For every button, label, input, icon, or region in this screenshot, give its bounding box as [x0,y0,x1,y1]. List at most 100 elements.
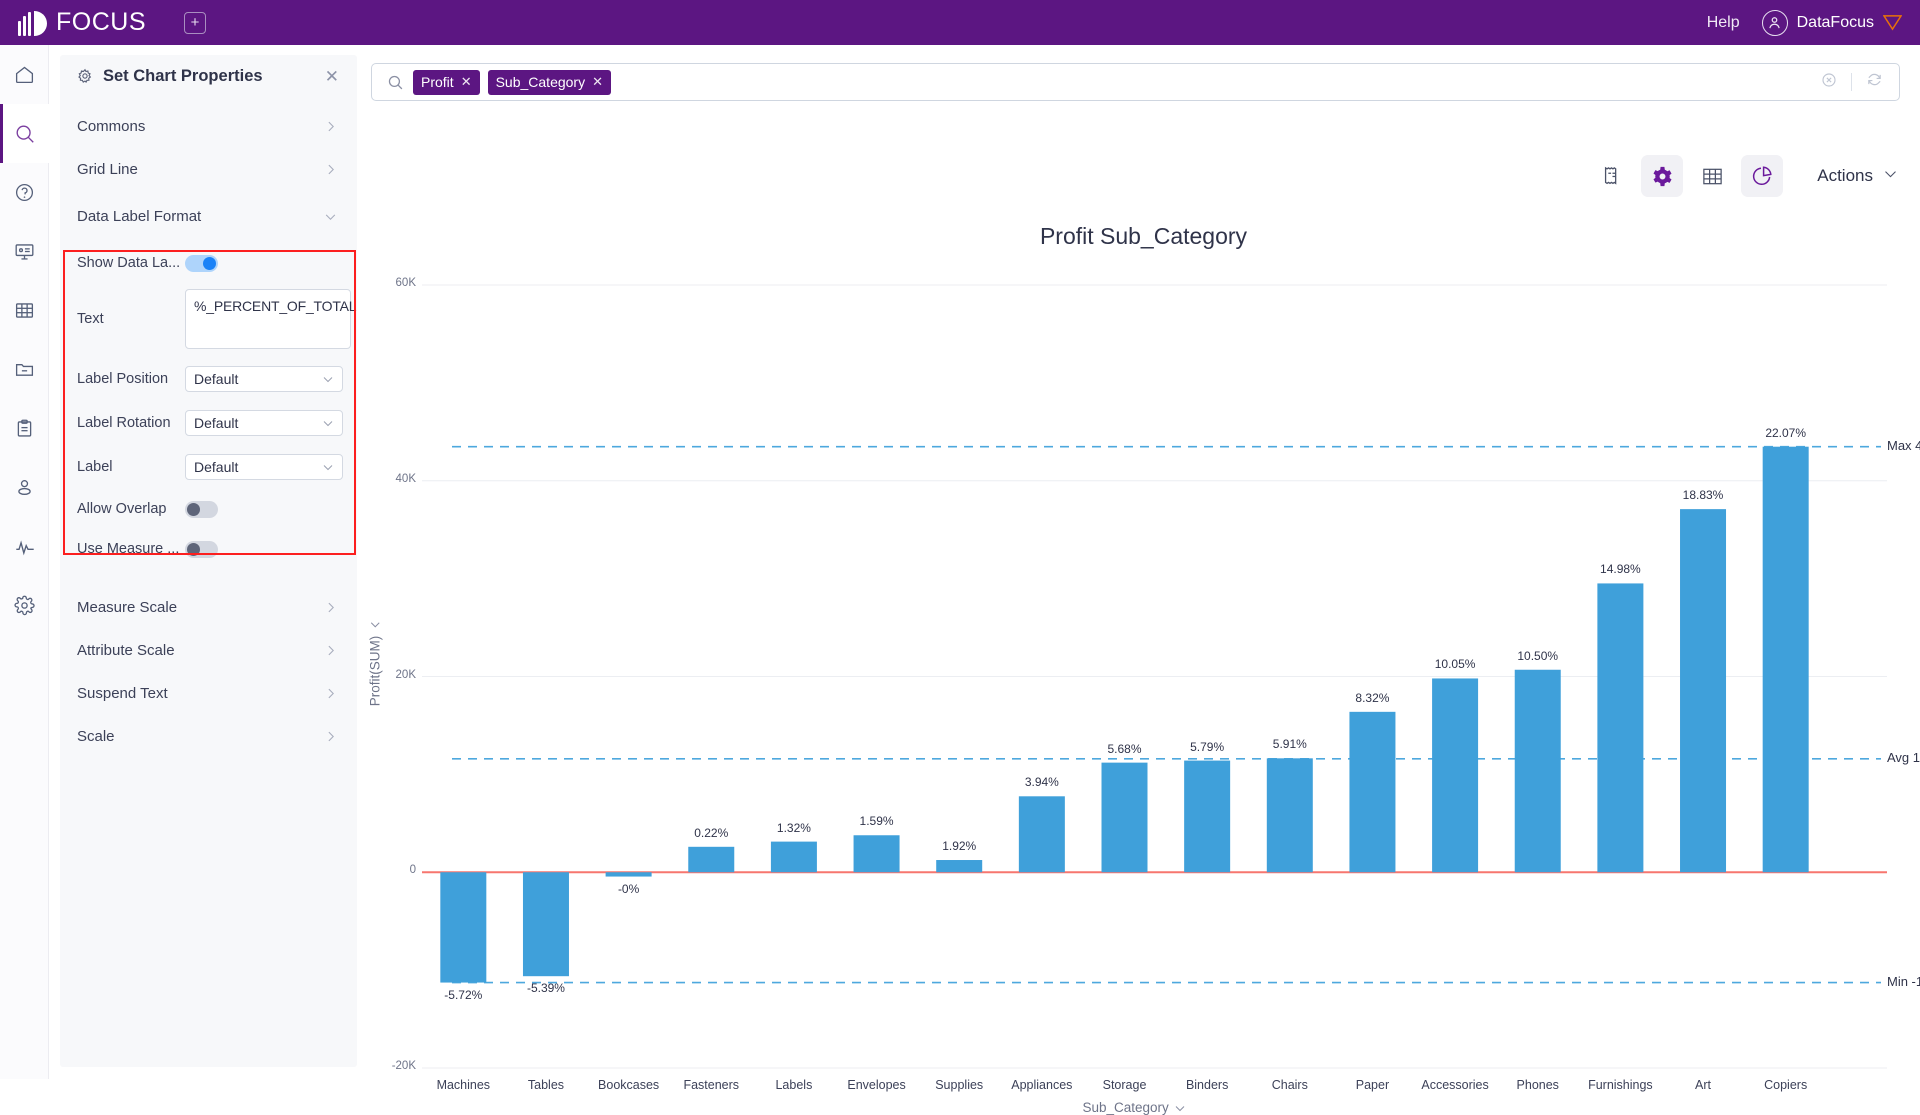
username-label: DataFocus [1796,13,1874,31]
rail-item-table[interactable] [0,281,49,340]
section-scale[interactable]: Scale [60,715,357,758]
rail-item-folder[interactable] [0,340,49,399]
field-label-rotation: Label Rotation Default [60,404,357,442]
section-label: Commons [77,118,146,135]
panel-header: Set Chart Properties ✕ [60,55,357,97]
field-label: Text [77,311,104,327]
chevron-down-icon [322,461,334,473]
avatar [1761,9,1788,36]
bar[interactable] [1184,760,1231,873]
focus-logo-icon [18,10,47,36]
bar[interactable] [1514,669,1561,873]
chevron-down-icon [1175,1105,1185,1111]
bar[interactable] [936,860,983,873]
show-data-label-toggle[interactable] [185,254,218,272]
section-attribute-scale[interactable]: Attribute Scale [60,629,357,672]
field-show-data-label: Show Data La... [60,244,357,282]
y-axis-title-label: Profit(SUM) [367,635,383,707]
chevron-right-icon [324,601,337,614]
rail-item-presentation[interactable] [0,222,49,281]
section-measure-scale[interactable]: Measure Scale [60,586,357,629]
field-allow-overlap: Allow Overlap [60,490,357,528]
field-label: Label Default [60,448,357,486]
field-label: Allow Overlap [77,501,167,517]
use-measure-toggle[interactable] [185,540,218,558]
bar[interactable] [440,872,487,983]
label-rotation-select[interactable]: Default [185,410,343,436]
chevron-down-icon [322,373,334,385]
bar[interactable] [1101,762,1148,873]
rail-item-home[interactable] [0,45,49,104]
diamond-badge-icon [1883,14,1902,31]
select-value: Default [194,459,239,475]
section-label: Suspend Text [77,685,168,702]
label-position-select[interactable]: Default [185,366,343,392]
bar[interactable] [1266,758,1313,873]
x-axis-title-label: Sub_Category [1082,1100,1169,1115]
field-label: Show Data La... [77,255,181,271]
main-content: Profit ✕ Sub_Category ✕ Actions Profit S… [367,45,1920,1115]
chevron-right-icon [324,163,337,176]
chevron-right-icon [324,730,337,743]
chart-properties-panel: Set Chart Properties ✕ Commons Grid Line… [60,55,357,1067]
chevron-down-icon [370,622,380,628]
brand-name: FOCUS [56,8,146,36]
bar[interactable] [1432,678,1479,873]
section-label: Scale [77,728,115,745]
top-bar: FOCUS + Help DataFocus [0,0,1920,45]
gear-icon [77,68,93,84]
field-label: Label Rotation [77,415,171,431]
chart-svg [422,284,1887,1069]
chevron-down-icon [324,210,337,223]
chevron-down-icon [322,417,334,429]
chart-plot-area[interactable]: -20K020K40K60KMax 43.48KAvg 11.59KMin -1… [367,45,1920,1115]
select-value: Default [194,415,239,431]
section-commons[interactable]: Commons [60,105,357,148]
section-label: Grid Line [77,161,138,178]
left-icon-rail [0,45,49,1079]
bar[interactable] [1680,509,1727,873]
chevron-right-icon [324,120,337,133]
section-grid-line[interactable]: Grid Line [60,148,357,191]
label-select[interactable]: Default [185,454,343,480]
x-axis-tick: Copiers [1764,1078,1808,1092]
rail-item-user[interactable] [0,458,49,517]
x-axis-title[interactable]: Sub_Category [1083,1100,1186,1115]
bar[interactable] [1349,711,1396,873]
bar[interactable] [1018,796,1065,873]
field-text: Text %_PERCENT_OF_TOTAL [60,288,357,350]
bar[interactable] [770,841,817,873]
rail-item-activity[interactable] [0,517,49,576]
rail-item-help[interactable] [0,163,49,222]
help-link[interactable]: Help [1707,14,1740,32]
section-data-label-format[interactable]: Data Label Format [60,195,357,238]
allow-overlap-toggle[interactable] [185,500,218,518]
bar[interactable] [1597,583,1644,873]
rail-item-search[interactable] [0,104,49,163]
chevron-right-icon [324,687,337,700]
bar[interactable] [605,872,652,877]
section-label: Measure Scale [77,599,178,616]
close-icon[interactable]: ✕ [325,68,339,85]
app-logo[interactable]: FOCUS [18,8,146,37]
bar[interactable] [688,846,735,873]
bar[interactable] [853,835,900,873]
chevron-right-icon [324,644,337,657]
field-label-position: Label Position Default [60,360,357,398]
rail-item-clipboard[interactable] [0,399,49,458]
bar[interactable] [522,872,569,977]
section-label: Data Label Format [77,208,202,225]
rail-item-settings[interactable] [0,576,49,635]
field-label: Use Measure ... [77,541,180,557]
text-input[interactable]: %_PERCENT_OF_TOTAL [185,289,357,349]
y-axis-title[interactable]: Profit(SUM) [367,619,383,707]
add-tab-button[interactable]: + [184,11,206,34]
panel-title: Set Chart Properties [103,66,263,85]
section-suspend-text[interactable]: Suspend Text [60,672,357,715]
field-label: Label Position [77,371,169,387]
select-value: Default [194,371,239,387]
field-label: Label [77,459,113,475]
user-menu[interactable]: DataFocus [1761,9,1902,36]
bar[interactable] [1762,446,1809,873]
section-label: Attribute Scale [77,642,175,659]
